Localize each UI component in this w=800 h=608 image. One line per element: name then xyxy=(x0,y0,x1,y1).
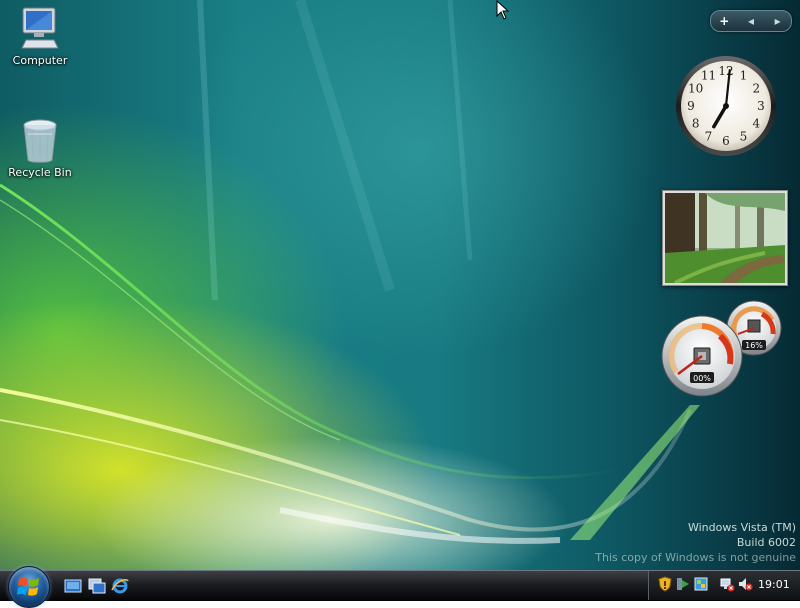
clock-numeral: 7 xyxy=(705,129,713,143)
switch-windows-icon[interactable] xyxy=(88,577,106,595)
internet-explorer-icon[interactable] xyxy=(111,577,129,595)
slideshow-gadget[interactable] xyxy=(662,190,788,286)
clock-numeral: 4 xyxy=(752,117,760,131)
sidebar-controls: + ◂ ▸ xyxy=(710,10,792,32)
previous-gadget-button[interactable]: ◂ xyxy=(741,14,761,28)
computer-desktop-icon[interactable]: Computer xyxy=(0,4,80,67)
recycle-bin-desktop-icon[interactable]: Recycle Bin xyxy=(0,116,80,179)
clock-numeral: 2 xyxy=(752,82,760,96)
recycle-bin-label: Recycle Bin xyxy=(8,166,72,179)
clock-numeral: 11 xyxy=(701,69,716,83)
clock-numeral: 3 xyxy=(757,99,765,113)
clock-numeral: 1 xyxy=(740,69,748,83)
clock-numeral: 9 xyxy=(687,99,695,113)
add-gadget-button[interactable]: + xyxy=(714,14,734,28)
watermark-genuine-notice: This copy of Windows is not genuine xyxy=(595,551,796,564)
recycle-bin-icon xyxy=(23,119,57,163)
network-disconnected-icon[interactable] xyxy=(719,576,735,592)
watermark-product: Windows Vista (TM) xyxy=(687,521,796,534)
taskbar-clock[interactable]: 19:01 xyxy=(758,578,790,591)
forest-photo xyxy=(665,193,785,283)
memory-usage-label: 16% xyxy=(745,341,763,350)
watermark-build: Build 6002 xyxy=(736,536,796,549)
windows-watermark: Windows Vista (TM) Build 6002 This copy … xyxy=(595,520,796,565)
defender-icon[interactable] xyxy=(675,576,691,592)
cpu-usage-label: 00% xyxy=(693,374,711,383)
windows-logo-icon xyxy=(17,577,39,596)
cpu-meter-gadget[interactable]: 16% 00% xyxy=(660,300,790,400)
start-button[interactable] xyxy=(8,566,50,608)
clock-gadget[interactable]: 12 12 3 45678 9 1011 xyxy=(662,50,790,178)
clock-center-pin xyxy=(723,103,729,109)
clock-numeral: 8 xyxy=(692,117,700,131)
volume-muted-icon[interactable] xyxy=(737,576,753,592)
clock-numeral: 5 xyxy=(740,129,748,143)
sidebar-tray-icon[interactable] xyxy=(693,576,709,592)
next-gadget-button[interactable]: ▸ xyxy=(768,14,788,28)
desktop[interactable]: Computer Recycle Bin + ◂ ▸ 12 1 2 3 4 5 … xyxy=(0,0,800,570)
show-desktop-icon[interactable] xyxy=(64,577,82,595)
mouse-pointer-icon xyxy=(496,0,510,20)
computer-label: Computer xyxy=(12,54,68,67)
computer-icon xyxy=(21,7,59,49)
clock-numeral: 12 xyxy=(718,64,733,78)
clock-numeral: 6 xyxy=(722,134,730,148)
clock-numeral: 10 xyxy=(688,82,703,96)
security-shield-icon[interactable] xyxy=(657,576,673,592)
